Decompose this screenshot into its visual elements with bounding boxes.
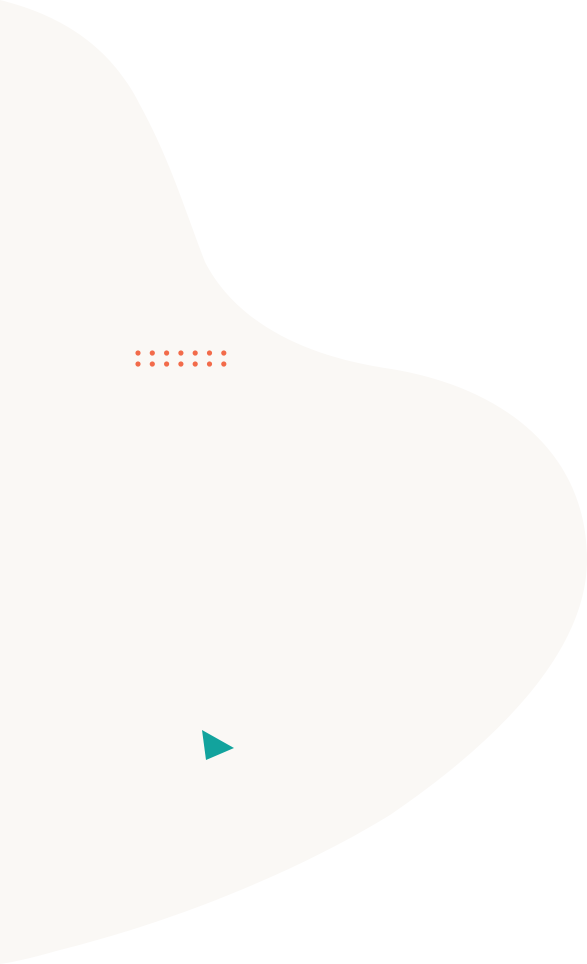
dot: [135, 350, 141, 356]
dot: [164, 350, 170, 356]
dot: [178, 350, 184, 356]
dot: [135, 361, 141, 367]
dot: [192, 361, 198, 367]
dot: [164, 361, 170, 367]
dot: [149, 350, 155, 356]
dot: [221, 350, 227, 356]
dot-grid-icon: [135, 350, 227, 367]
play-triangle-icon: [202, 730, 234, 760]
dot: [206, 350, 213, 356]
dot: [221, 361, 227, 367]
background-blob-shape: [0, 0, 587, 964]
page-canvas: [0, 0, 587, 964]
triangle-shape: [202, 730, 234, 760]
dot: [206, 361, 213, 367]
blob-path: [0, 0, 587, 964]
dot: [192, 350, 198, 356]
dot: [149, 361, 155, 367]
dot: [178, 361, 184, 367]
